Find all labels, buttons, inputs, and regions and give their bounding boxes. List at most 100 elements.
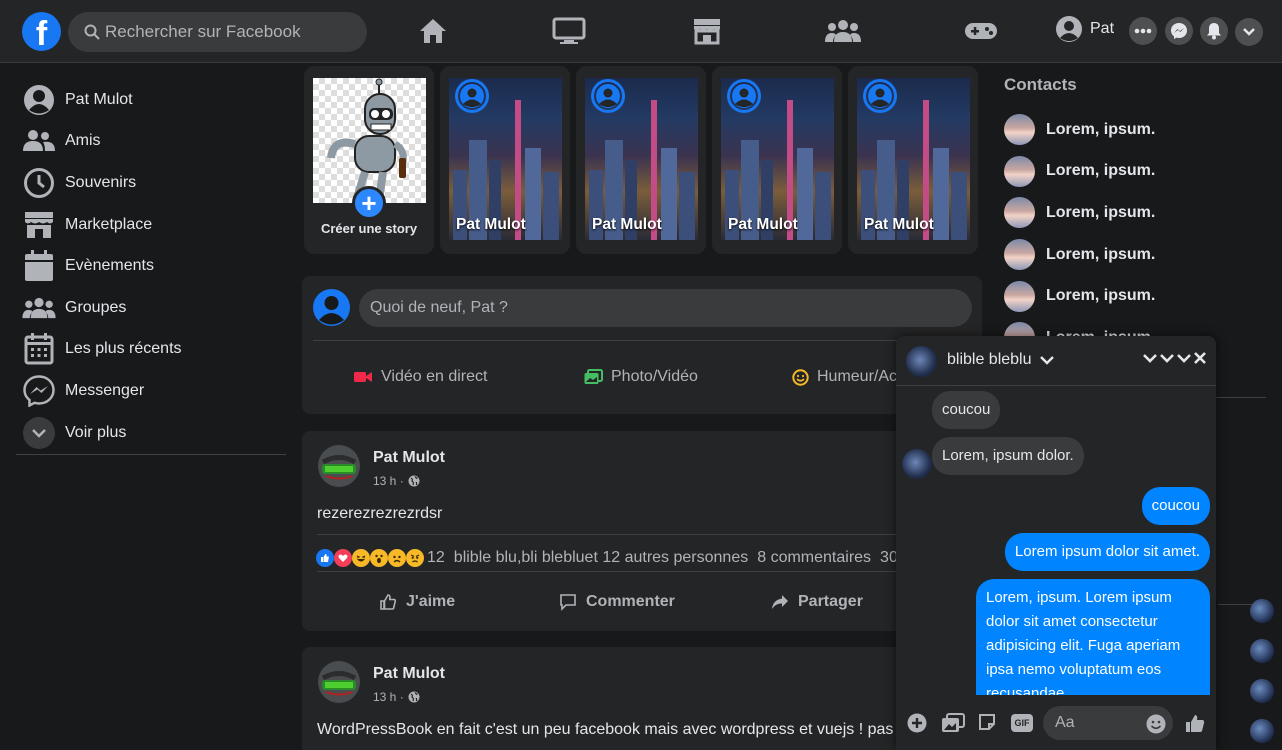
home-icon[interactable] [415,14,451,48]
emoji-icon[interactable] [1146,714,1166,734]
contact-name: Lorem, ipsum. [1046,287,1156,305]
post-divider [317,571,967,572]
contact-name: Lorem, ipsum. [1046,162,1156,180]
add-icon[interactable] [907,713,927,733]
live-video-button[interactable]: Vidéo en direct [354,368,487,386]
post-author[interactable]: Pat Mulot [373,665,445,683]
groups-icon[interactable] [825,14,861,48]
chevron-down-icon [1039,355,1054,365]
sidebar-item-events[interactable]: Evènements [16,245,286,287]
messenger-icon[interactable] [1165,17,1193,45]
sidebar-item-see-more[interactable]: Voir plus [16,412,286,454]
image-icon[interactable] [941,713,965,733]
chat-head-avatar[interactable] [1250,679,1274,703]
notifications-icon[interactable] [1200,17,1228,45]
chat-contact-name: blible bleblu [947,351,1032,368]
profile-icon [22,83,56,117]
sidebar-item-label: Souvenirs [65,173,137,191]
share-button[interactable]: Partager [771,593,863,611]
sidebar-item-recent[interactable]: Les plus récents [16,329,286,371]
post-reactions[interactable]: 12 blible blu,bli blebluet 12 autres per… [316,549,898,567]
sidebar-item-label: Pat Mulot [65,90,133,108]
post-time: 13 h · [373,474,420,488]
photo-video-button[interactable]: Photo/Vidéo [584,368,698,386]
story-card[interactable]: Pat Mulot [848,66,978,254]
top-bar: f Rechercher sur Facebook Pat [0,0,1282,63]
photo-icon [584,369,603,384]
watch-icon[interactable] [551,14,587,48]
comment-button[interactable]: Commenter [559,593,675,611]
sidebar-item-messenger[interactable]: Messenger [16,370,286,412]
share-label: Partager [798,593,863,610]
chat-avatar[interactable] [906,346,937,377]
post-time-text: 13 h · [373,690,404,704]
marketplace-icon[interactable] [689,14,725,48]
video-call-chevron-icon[interactable] [1143,353,1157,363]
create-story-card[interactable]: + Créer une story [304,66,434,254]
contact-item[interactable]: Lorem, ipsum. [1004,151,1266,193]
chevron-down-icon [22,416,56,450]
message-bubble-outgoing: Lorem ipsum dolor sit amet. [1004,533,1210,571]
video-camera-icon [354,372,372,382]
wow-reaction-icon [370,549,388,567]
voice-call-chevron-icon[interactable] [1160,353,1174,363]
composer-input[interactable]: Quoi de neuf, Pat ? [359,289,972,327]
contact-item[interactable]: Lorem, ipsum. [1004,192,1266,234]
contact-item[interactable]: Lorem, ipsum. [1004,234,1266,276]
chat-head-avatar[interactable] [1250,599,1274,623]
contact-item[interactable]: Lorem, ipsum. [1004,275,1266,317]
contact-item[interactable]: Lorem, ipsum. [1004,109,1266,151]
chat-footer: GIF Aa [896,695,1216,750]
composer-avatar[interactable] [313,289,350,326]
story-author: Pat Mulot [592,216,662,233]
sidebar-item-memories[interactable]: Souvenirs [16,162,286,204]
sidebar-item-marketplace[interactable]: Marketplace [16,204,286,246]
top-profile-link[interactable]: Pat [1056,16,1114,42]
story-card[interactable]: Pat Mulot [440,66,570,254]
clock-icon [22,166,56,200]
story-card[interactable]: Pat Mulot [576,66,706,254]
sidebar-item-label: Marketplace [65,215,153,233]
sidebar-item-label: Groupes [65,298,127,316]
story-avatar [727,79,761,113]
comment-count[interactable]: 8 commentaires [757,549,871,567]
photo-video-label: Photo/Vidéo [611,368,698,385]
sticker-icon[interactable] [978,713,996,731]
tmnt-logo-icon [318,661,360,703]
create-story-label: Créer une story [320,221,418,236]
close-icon[interactable] [1194,352,1206,364]
chat-title[interactable]: blible bleblu [947,351,1054,369]
reaction-names: blible blu,bli blebluet 12 autres person… [453,549,749,566]
globe-icon [408,691,420,703]
sidebar-item-groups[interactable]: Groupes [16,287,286,329]
post-author[interactable]: Pat Mulot [373,449,445,467]
store-icon [22,208,56,242]
search-bar[interactable]: Rechercher sur Facebook [68,12,367,52]
sidebar-item-label: Messenger [65,381,145,399]
sidebar-item-profile[interactable]: Pat Mulot [16,79,286,121]
chat-head-avatar[interactable] [1250,639,1274,663]
profile-icon [319,296,344,325]
sidebar-item-friends[interactable]: Amis [16,121,286,163]
story-card[interactable]: Pat Mulot [712,66,842,254]
sidebar-divider [16,454,286,456]
feeling-button[interactable]: Humeur/Ac [792,368,897,386]
gif-button[interactable]: GIF [1011,714,1033,732]
like-button[interactable]: J'aime [379,593,455,611]
search-input[interactable]: Rechercher sur Facebook [105,22,301,42]
thumbs-up-icon[interactable] [1185,713,1205,733]
post-avatar[interactable] [318,445,360,487]
story-avatar [455,79,489,113]
account-chevron-icon[interactable] [1235,18,1263,46]
contact-name: Lorem, ipsum. [1046,203,1156,221]
menu-icon[interactable] [1129,17,1157,45]
search-icon [84,24,100,40]
add-story-button[interactable]: + [352,186,386,220]
gaming-icon[interactable] [963,14,999,48]
love-reaction-icon [334,549,352,567]
share-icon [772,595,788,609]
post-avatar[interactable] [318,661,360,703]
chat-head-avatar[interactable] [1250,719,1274,743]
facebook-logo[interactable]: f [22,12,61,51]
minimize-chevron-icon[interactable] [1177,353,1191,363]
